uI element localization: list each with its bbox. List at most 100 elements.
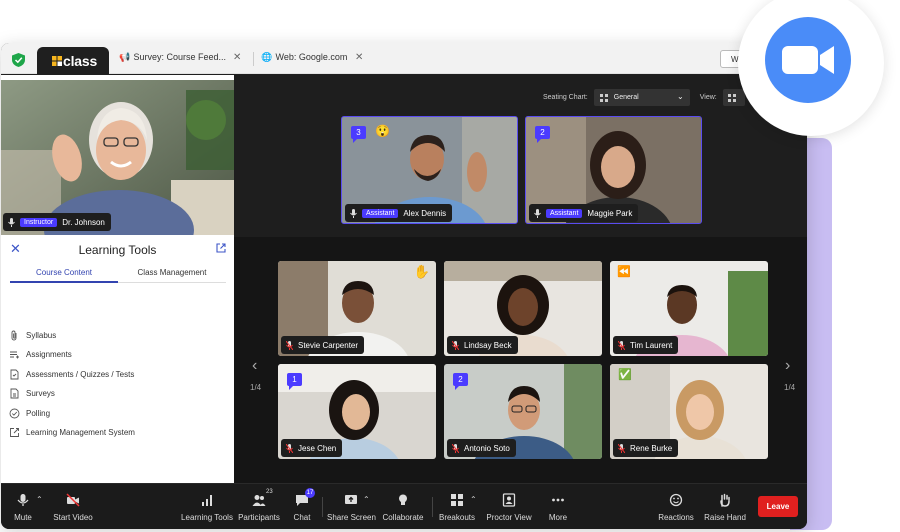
more-icon [552, 498, 564, 502]
tool-item-surveys[interactable]: Surveys [9, 386, 55, 400]
chevron-right-icon[interactable]: › [785, 357, 790, 375]
breakouts-button[interactable]: Breakouts [437, 484, 477, 529]
close-icon[interactable]: ✕ [355, 52, 363, 63]
tool-item-lms[interactable]: Learning Management System [9, 425, 135, 439]
tool-item-label: Assignments [26, 349, 72, 359]
raise-hand-reaction-icon: ✋ [413, 264, 430, 279]
mute-button[interactable]: Mute [7, 484, 39, 529]
chevron-up-icon[interactable]: ⌃ [36, 495, 43, 504]
popout-icon[interactable] [216, 243, 226, 253]
instructor-name: Dr. Johnson [62, 217, 105, 227]
reactions-icon [669, 493, 683, 507]
lightbulb-icon [399, 494, 407, 505]
view-dropdown[interactable] [722, 89, 745, 106]
close-icon[interactable]: ✕ [233, 52, 241, 63]
chevron-up-icon[interactable]: ⌃ [363, 495, 370, 504]
mic-icon [17, 494, 29, 506]
tool-item-polling[interactable]: Polling [9, 406, 50, 420]
raise-hand-button[interactable]: Raise Hand [704, 484, 746, 529]
participants-button[interactable]: 23 Participants [237, 484, 281, 529]
surprised-reaction-icon: 😲 [375, 124, 390, 138]
start-video-button[interactable]: Start Video [49, 484, 97, 529]
globe-icon: 🌐 [261, 52, 273, 62]
tab-class-management[interactable]: Class Management [118, 268, 226, 277]
seating-value: General [613, 94, 639, 101]
instructor-namebar: Instructor Dr. Johnson [3, 213, 111, 231]
tab-survey-label: Survey: Course Feed... [133, 52, 227, 62]
chat-bubble-badge: 2 [535, 126, 550, 143]
proctor-view-button[interactable]: Proctor View [484, 484, 534, 529]
assistant-namebar: Assistant Alex Dennis [345, 204, 453, 222]
check-reaction-icon: ✅ [618, 369, 632, 381]
assistant-tile[interactable]: 3 😲 Assistant Alex Dennis [341, 116, 518, 224]
tab-class[interactable]: class [37, 47, 109, 75]
raise-hand-label: Raise Hand [704, 513, 746, 522]
left-panel: Instructor Dr. Johnson ✕ Learning Tools … [1, 75, 234, 483]
more-button[interactable]: More [543, 484, 573, 529]
participant-namebar: Antonio Soto [447, 439, 516, 457]
tool-item-assessments[interactable]: Assessments / Quizzes / Tests [9, 367, 134, 381]
mic-muted-icon [618, 340, 625, 350]
tab-survey[interactable]: 📢 Survey: Course Feed... ✕ [119, 52, 249, 68]
participant-tile[interactable]: ⏪ Tim Laurent [610, 261, 768, 356]
tool-item-syllabus[interactable]: Syllabus [9, 328, 56, 342]
learning-tools-title: Learning Tools [78, 243, 157, 257]
chevron-down-icon: ⌄ [677, 92, 684, 101]
start-video-label: Start Video [53, 513, 93, 522]
chat-count-badge: 17 [305, 488, 315, 498]
chevron-up-icon[interactable]: ⌃ [470, 495, 477, 504]
role-badge: Assistant [546, 208, 583, 218]
leave-button[interactable]: Leave [758, 496, 798, 517]
collaborate-button[interactable]: Collaborate [381, 484, 425, 529]
learning-tools-label: Learning Tools [181, 513, 233, 522]
video-stage: Seating Chart: General ⌄ View: 3 😲 Assis… [234, 75, 807, 483]
grid-icon [599, 93, 608, 102]
page-indicator-right: 1/4 [784, 383, 796, 392]
participant-tile[interactable]: ✅ Rene Burke [610, 364, 768, 459]
instructor-image [1, 80, 234, 235]
participant-name: Lindsay Beck [464, 340, 512, 350]
participant-namebar: Lindsay Beck [447, 336, 518, 354]
learning-tools-button[interactable]: Learning Tools [181, 484, 233, 529]
mute-label: Mute [14, 513, 32, 522]
participant-name: Rene Burke [630, 443, 673, 453]
tool-item-label: Polling [26, 408, 51, 418]
class-logo-icon [52, 56, 62, 66]
main-content: Instructor Dr. Johnson ✕ Learning Tools … [1, 75, 807, 483]
reactions-label: Reactions [658, 513, 694, 522]
chevron-left-icon[interactable]: ‹ [252, 357, 257, 375]
mic-muted-icon [286, 443, 293, 453]
tool-item-label: Learning Management System [26, 427, 135, 437]
instructor-video[interactable]: Instructor Dr. Johnson [1, 80, 234, 235]
participants-count: 23 [266, 489, 273, 495]
share-screen-button[interactable]: Share Screen [327, 484, 376, 529]
assistant-tile[interactable]: 2 Assistant Maggie Park [525, 116, 702, 224]
page-indicator-left: 1/4 [250, 383, 262, 392]
list-icon [10, 351, 19, 358]
participant-namebar: Jese Chen [281, 439, 343, 457]
chat-button[interactable]: 17 Chat [288, 484, 316, 529]
participant-tile[interactable]: 2 Antonio Soto [444, 364, 602, 459]
mic-icon [534, 208, 541, 218]
learning-tools-header: ✕ Learning Tools Course Content Class Ma… [1, 235, 234, 283]
seating-chart-control: Seating Chart: General ⌄ View: [543, 89, 745, 106]
tab-web[interactable]: 🌐 Web: Google.com ✕ [261, 52, 371, 68]
mic-muted-icon [452, 340, 459, 350]
participant-name: Antonio Soto [464, 443, 510, 453]
tab-course-content[interactable]: Course Content [10, 268, 118, 277]
external-link-icon [10, 427, 19, 437]
participant-tile[interactable]: ✋ Stevie Carpenter [278, 261, 436, 356]
tool-item-assignments[interactable]: Assignments [9, 347, 72, 361]
toolbar-divider [322, 497, 323, 517]
chat-bubble-badge: 3 [351, 126, 366, 143]
role-badge: Assistant [362, 208, 399, 218]
seating-dropdown[interactable]: General ⌄ [593, 89, 690, 106]
participant-namebar: Rene Burke [613, 439, 679, 457]
participant-tile[interactable]: Lindsay Beck [444, 261, 602, 356]
tab-divider [253, 52, 254, 66]
participant-tile[interactable]: 1 Jese Chen [278, 364, 436, 459]
megaphone-icon: 📢 [119, 52, 131, 62]
reactions-button[interactable]: Reactions [656, 484, 696, 529]
mic-muted-icon [618, 443, 625, 453]
tab-bar: class 📢 Survey: Course Feed... ✕ 🌐 Web: … [1, 43, 807, 75]
